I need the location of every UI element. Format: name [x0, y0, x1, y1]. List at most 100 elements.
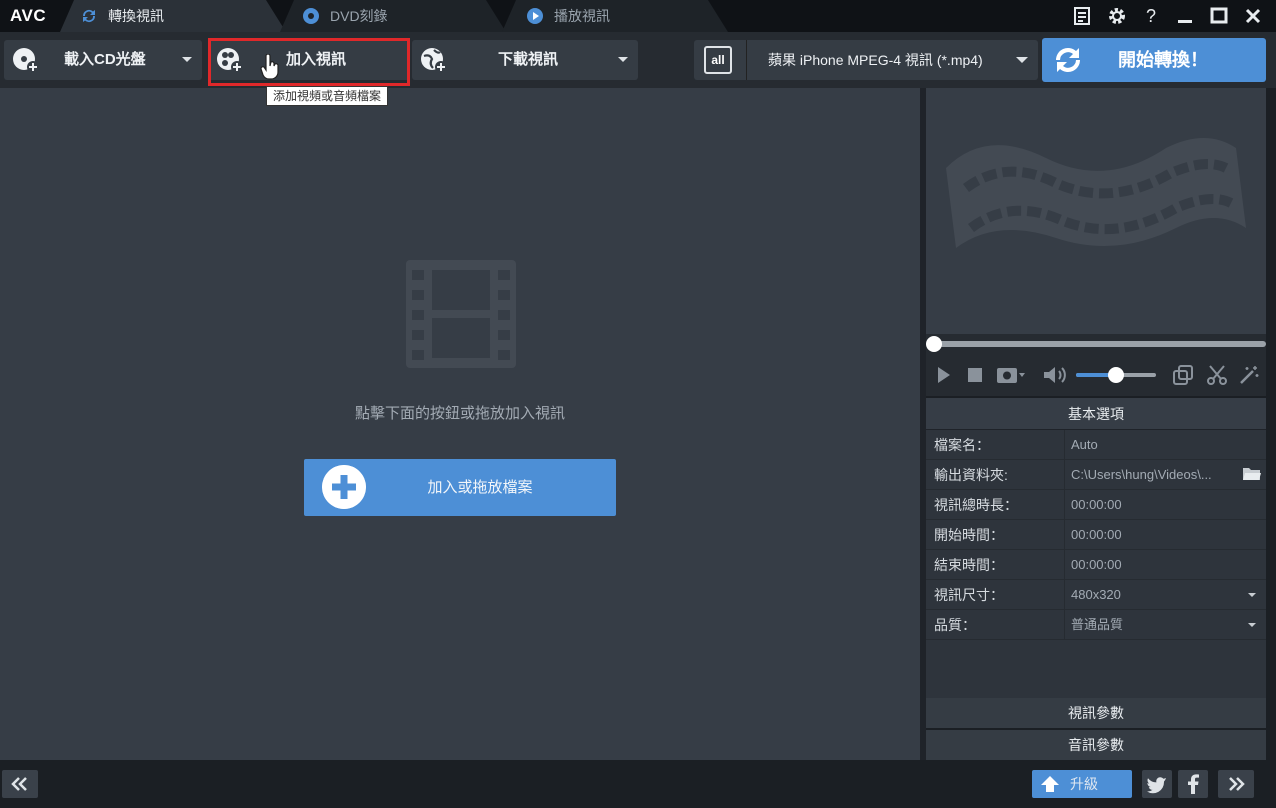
basic-options-title: 基本選項 [926, 398, 1266, 430]
start-time-field[interactable]: 00:00:00 [1064, 520, 1266, 550]
close-icon [1245, 8, 1261, 24]
prop-row-output-folder: 輸出資料夾: C:\Users\hung\Videos\... [926, 460, 1266, 490]
help-button[interactable]: ? [1136, 2, 1166, 30]
tab-convert-video[interactable]: 轉換視訊 [64, 0, 164, 32]
upgrade-label: 升級 [1070, 776, 1098, 792]
prop-row-video-size: 視訊尺寸： 480x320 [926, 580, 1266, 610]
output-format-label: 蘋果 iPhone MPEG-4 視訊 (*.mp4) [768, 52, 983, 68]
double-chevron-left-icon [11, 777, 27, 791]
quality-select[interactable]: 普通品質 [1064, 610, 1266, 640]
maximize-button[interactable] [1204, 2, 1234, 30]
window-controls: ? [1068, 0, 1268, 32]
add-file-label: 加入或拖放檔案 [427, 479, 533, 496]
stop-icon[interactable] [964, 364, 986, 386]
refresh-icon [82, 9, 96, 23]
film-add-icon [217, 48, 243, 73]
tab-dvd-burn[interactable]: DVD刻錄 [286, 0, 388, 32]
hand-cursor-icon [260, 54, 279, 80]
prop-key: 檔案名： [934, 437, 990, 453]
prop-key: 視訊總時長： [934, 497, 1018, 513]
video-size-value: 480x320 [1071, 587, 1121, 602]
prop-key: 品質： [934, 617, 976, 633]
collapse-button[interactable] [2, 770, 38, 798]
output-folder-value: C:\Users\hung\Videos\... [1071, 467, 1212, 482]
basic-options-panel: 基本選項 檔案名： Auto 輸出資料夾: C:\Users\hung\Vide… [926, 398, 1266, 698]
output-format-select[interactable]: all 蘋果 iPhone MPEG-4 視訊 (*.mp4) [694, 40, 1038, 80]
chevron-down-icon[interactable] [618, 57, 628, 62]
settings-button[interactable] [1102, 2, 1132, 30]
all-formats-icon: all [704, 46, 732, 74]
cd-add-icon [13, 48, 39, 73]
tab-label: 播放視訊 [554, 8, 610, 24]
twitter-button[interactable] [1142, 770, 1172, 798]
facebook-button[interactable] [1178, 770, 1208, 798]
upgrade-button[interactable]: 升級 [1032, 770, 1132, 798]
prop-row-quality: 品質： 普通品質 [926, 610, 1266, 640]
prop-row-end-time: 結束時間： 00:00:00 [926, 550, 1266, 580]
chevron-down-icon[interactable] [1016, 57, 1028, 63]
tab-play-video[interactable]: 播放視訊 [510, 0, 610, 32]
divider [746, 40, 747, 80]
import-cd-button[interactable]: 載入CD光盤 [4, 40, 202, 80]
prop-key: 視訊尺寸： [934, 587, 1004, 603]
file-list-area[interactable]: 點擊下面的按鈕或拖放加入視訊 加入或拖放檔案 [0, 88, 920, 760]
audio-params-button[interactable]: 音訊參數 [926, 730, 1266, 760]
volume-handle[interactable] [1108, 367, 1124, 383]
chevron-down-icon[interactable] [182, 57, 192, 62]
snapshot-icon[interactable] [996, 364, 1026, 386]
start-convert-button[interactable]: 開始轉換！ [1042, 38, 1266, 82]
expand-button[interactable] [1218, 770, 1254, 798]
duration-value: 00:00:00 [1064, 490, 1266, 520]
copy-window-icon[interactable] [1172, 364, 1194, 386]
tab-label: 轉換視訊 [108, 8, 164, 24]
double-chevron-right-icon [1229, 777, 1245, 791]
video-size-select[interactable]: 480x320 [1064, 580, 1266, 610]
filename-field[interactable]: Auto [1064, 430, 1266, 460]
minimize-button[interactable] [1170, 2, 1200, 30]
chevron-down-icon [1248, 593, 1256, 597]
toolbar: 載入CD光盤 加入視訊 下載視訊 all 蘋果 iPhone MPEG-4 視訊 [0, 32, 1276, 88]
disc-icon [303, 8, 319, 24]
video-preview [926, 88, 1266, 334]
list-icon [1074, 7, 1090, 25]
volume-icon[interactable] [1042, 364, 1072, 386]
title-bar: AVC 轉換視訊 DVD刻錄 播放視訊 ? [0, 0, 1276, 32]
seek-track[interactable] [930, 341, 1266, 347]
tooltip: 添加視頻或音頻檔案 [266, 86, 389, 106]
video-params-button[interactable]: 視訊參數 [926, 698, 1266, 728]
prop-key: 輸出資料夾: [934, 467, 1008, 483]
download-video-button[interactable]: 下載視訊 [412, 40, 638, 80]
film-reel-icon [946, 138, 1246, 248]
add-video-button[interactable]: 加入視訊 [208, 40, 410, 80]
gear-icon [1109, 8, 1125, 24]
folder-open-icon[interactable] [1242, 466, 1262, 482]
prop-row-filename: 檔案名： Auto [926, 430, 1266, 460]
close-button[interactable] [1238, 2, 1268, 30]
minimize-icon [1178, 20, 1192, 23]
tab-label: DVD刻錄 [330, 8, 388, 24]
download-video-label: 下載視訊 [498, 51, 559, 68]
magic-wand-icon[interactable] [1238, 364, 1260, 386]
facebook-icon [1188, 774, 1199, 794]
app-logo: AVC [10, 6, 47, 25]
prop-key: 開始時間： [934, 527, 1004, 543]
maximize-icon [1210, 7, 1228, 24]
output-folder-field[interactable]: C:\Users\hung\Videos\... [1064, 460, 1266, 490]
twitter-icon [1147, 777, 1166, 794]
prop-key: 結束時間： [934, 557, 1004, 573]
seek-handle[interactable] [926, 336, 942, 352]
prop-row-start-time: 開始時間： 00:00:00 [926, 520, 1266, 550]
seek-bar[interactable] [926, 334, 1266, 354]
arrow-up-icon [1041, 776, 1059, 792]
import-cd-label: 載入CD光盤 [64, 51, 146, 68]
end-time-field[interactable]: 00:00:00 [1064, 550, 1266, 580]
drop-hint-text: 點擊下面的按鈕或拖放加入視訊 [354, 405, 565, 422]
add-video-label: 加入視訊 [286, 51, 347, 68]
scissors-icon[interactable] [1206, 364, 1228, 386]
profile-manager-button[interactable] [1068, 2, 1098, 30]
film-strip-icon [406, 260, 516, 368]
play-icon[interactable] [932, 364, 954, 386]
add-file-button[interactable]: 加入或拖放檔案 [304, 459, 616, 516]
play-circle-icon [527, 8, 543, 24]
quality-value: 普通品質 [1071, 617, 1124, 632]
